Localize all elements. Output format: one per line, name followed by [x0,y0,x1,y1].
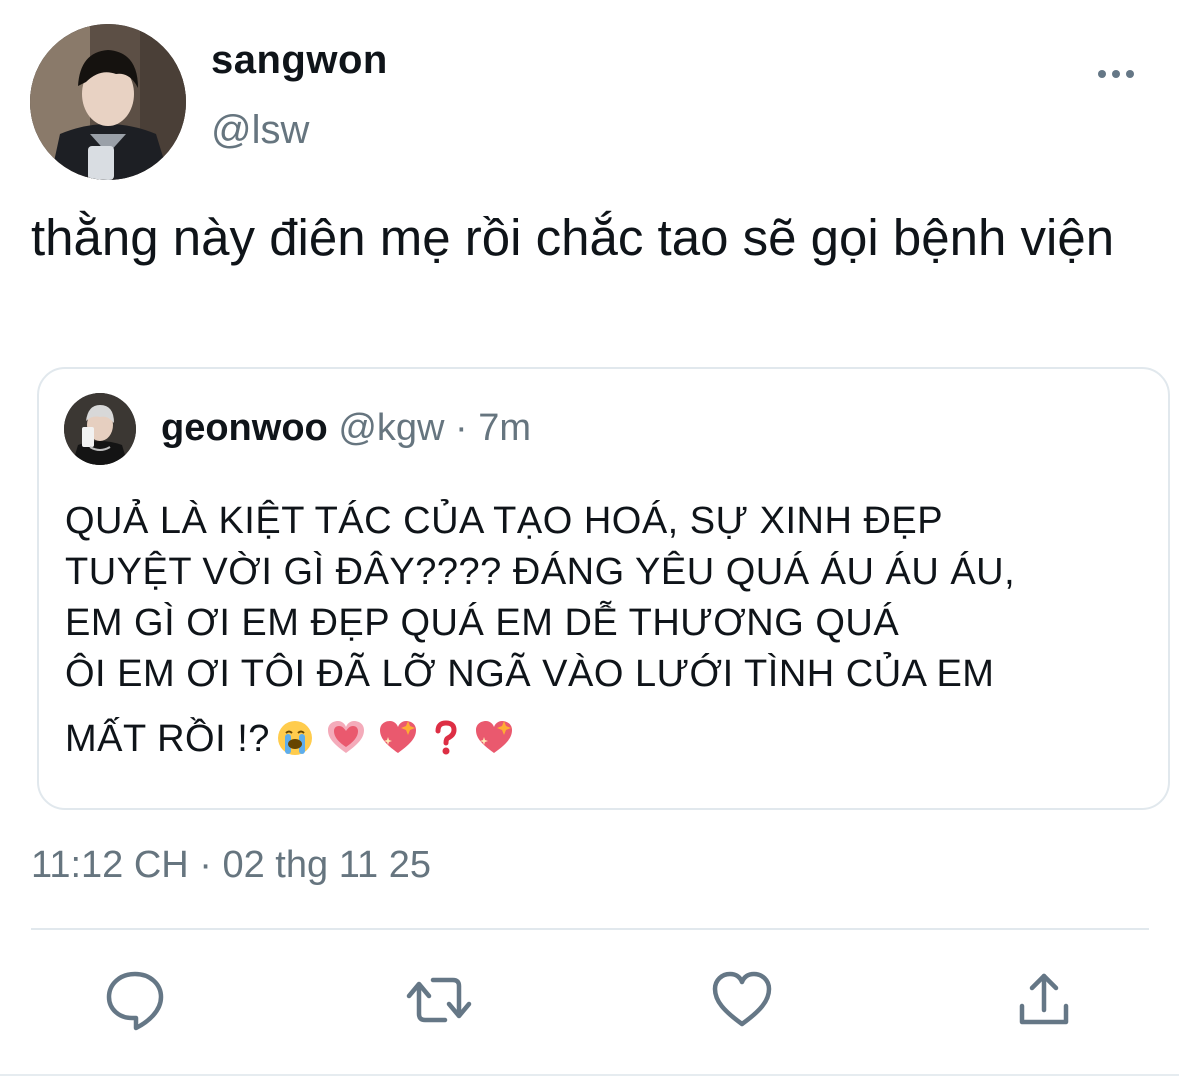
quoted-tweet-text: QUẢ LÀ KIỆT TÁC CỦA TẠO HOÁ, SỰ XINH ĐẸP… [65,496,1145,771]
quoted-author-avatar[interactable] [64,393,136,465]
quoted-avatar-photo [64,393,136,465]
quoted-text-line: MẤT RỒI !? [65,718,270,760]
sparkling-heart-icon [474,719,514,771]
crying-face-icon [276,719,314,771]
quoted-text-line: ÔI EM ƠI TÔI ĐÃ LỠ NGÃ VÀO LƯỚI TÌNH CỦA… [65,653,995,695]
tweet-text: thằng này điên mẹ rồi chắc tao sẽ gọi bệ… [31,209,1115,266]
quoted-tweet-card[interactable]: geonwoo @kgw · 7m QUẢ LÀ KIỆT TÁC CỦA TẠ… [37,367,1170,810]
tweet-timestamp[interactable]: 11:12 CH · 02 thg 11 25 [31,844,431,887]
divider [31,928,1149,930]
author-display-name[interactable]: sangwon [211,38,388,83]
quoted-text-line: TUYỆT VỜI GÌ ĐÂY???? ĐÁNG YÊU QUÁ ÁU ÁU … [65,551,1016,593]
quoted-text-last-line: MẤT RỒI !? [65,714,1145,771]
quoted-author-name[interactable]: geonwoo [161,407,328,449]
quoted-time-ago[interactable]: 7m [478,407,531,449]
sparkling-heart-icon [378,719,418,771]
more-options-icon[interactable] [1092,62,1140,86]
avatar-photo [30,24,186,180]
quoted-text-line: QUẢ LÀ KIỆT TÁC CỦA TẠO HOÁ, SỰ XINH ĐẸP [65,500,944,542]
reply-icon[interactable] [103,968,167,1032]
pink-heart-icon [326,719,366,771]
meta-separator: · [444,407,479,449]
author-handle[interactable]: @lsw [211,108,309,153]
quoted-text-line: EM GÌ ƠI EM ĐẸP QUÁ EM DỄ THƯƠNG QUÁ [65,602,900,644]
retweet-icon[interactable] [405,968,473,1032]
share-icon[interactable] [1012,968,1076,1032]
red-question-mark-icon [430,719,462,771]
author-avatar[interactable] [30,24,186,180]
quoted-tweet-header: geonwoo @kgw · 7m [161,407,531,450]
quoted-author-handle[interactable]: @kgw [338,407,444,449]
bottom-divider [0,1074,1179,1076]
like-icon[interactable] [710,968,774,1032]
